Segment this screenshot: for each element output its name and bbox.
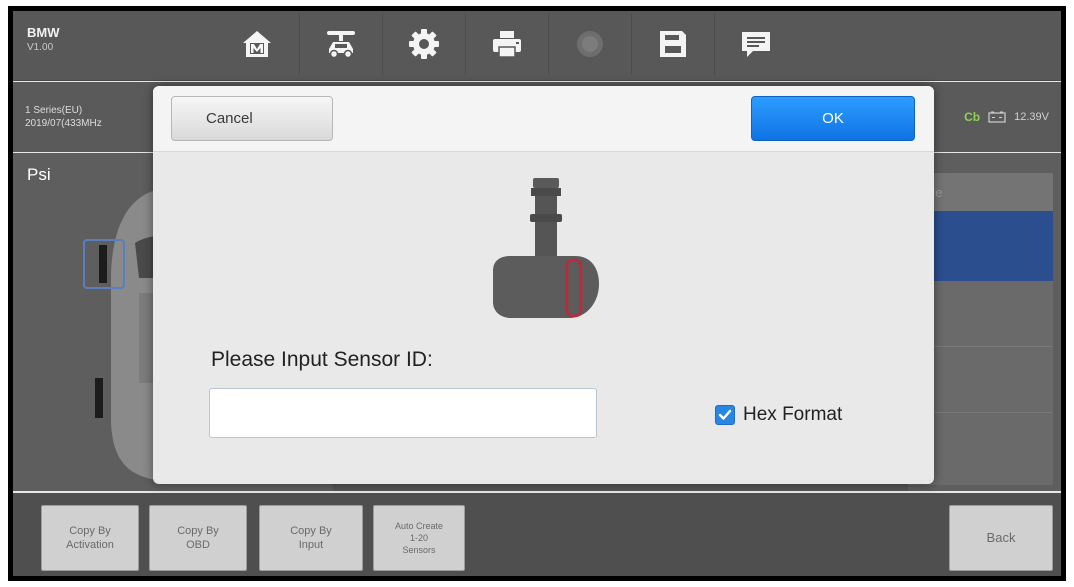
screenshot-frame: BMW V1.00 1 Series(EU) 2019/07(433MHz Cb… bbox=[8, 6, 1066, 581]
screen: BMW V1.00 1 Series(EU) 2019/07(433MHz Cb… bbox=[13, 11, 1061, 576]
hex-format-option[interactable]: Hex Format bbox=[715, 404, 842, 426]
vehicle-model-line: 1 Series(EU) bbox=[25, 105, 83, 116]
message-button[interactable] bbox=[714, 13, 796, 75]
sensor-id-dialog: Cancel OK Please Input Sensor ID: Hex Fo… bbox=[153, 86, 934, 484]
vehicle-info: BMW V1.00 bbox=[27, 25, 60, 53]
sensor-id-prompt: Please Input Sensor ID: bbox=[211, 348, 433, 371]
sensor-id-input[interactable] bbox=[209, 388, 597, 438]
cancel-button[interactable]: Cancel bbox=[171, 96, 333, 141]
button-label-line: Sensors bbox=[402, 545, 436, 555]
button-label-line: Copy By bbox=[290, 525, 332, 537]
status-indicators: Cb 12.39V bbox=[964, 110, 1049, 124]
button-label-line: Auto Create bbox=[394, 521, 444, 531]
vehicle-year-frequency: 2019/07(433MHz bbox=[25, 118, 102, 129]
vehicle-model: 1 Series(EU) 2019/07(433MHz bbox=[25, 104, 102, 130]
button-label-line: OBD bbox=[186, 539, 210, 551]
settings-button[interactable] bbox=[382, 13, 464, 75]
top-toolbar: BMW V1.00 bbox=[13, 11, 1061, 81]
battery-voltage: 12.39V bbox=[1014, 111, 1049, 123]
gear-icon bbox=[408, 29, 439, 59]
record-button[interactable] bbox=[548, 13, 630, 75]
auto-create-sensors-button[interactable]: Auto Create 1-20 Sensors bbox=[373, 505, 465, 571]
printer-icon bbox=[492, 31, 521, 58]
button-label-line: Copy By bbox=[69, 525, 111, 537]
dialog-header: Cancel OK bbox=[153, 86, 934, 152]
rear-left-tire bbox=[95, 378, 103, 418]
ok-button[interactable]: OK bbox=[751, 96, 915, 141]
home-button[interactable] bbox=[216, 13, 298, 75]
pressure-unit: Psi bbox=[27, 165, 51, 184]
save-icon bbox=[659, 31, 686, 57]
vehicle-lift-button[interactable] bbox=[299, 13, 381, 75]
tpms-sensor-image bbox=[493, 178, 599, 318]
button-label-line: Copy By bbox=[177, 525, 219, 537]
home-icon bbox=[243, 31, 271, 57]
hex-format-label: Hex Format bbox=[743, 404, 843, 425]
battery-icon bbox=[988, 111, 1006, 123]
back-button[interactable]: Back bbox=[949, 505, 1053, 571]
button-label-line: Input bbox=[298, 539, 324, 551]
copy-by-obd-button[interactable]: Copy By OBD bbox=[149, 505, 247, 571]
button-label-line: 1-20 bbox=[409, 533, 428, 543]
bottom-action-bar: Copy By Activation Copy By OBD Copy By Inpu… bbox=[13, 493, 1061, 576]
front-left-tire-marker[interactable] bbox=[83, 239, 125, 289]
copy-by-input-button[interactable]: Copy By Input bbox=[259, 505, 363, 571]
hex-format-checkbox[interactable] bbox=[715, 405, 735, 425]
button-label-line: Activation bbox=[66, 539, 114, 551]
print-button[interactable] bbox=[465, 13, 547, 75]
connection-badge: Cb bbox=[964, 110, 981, 124]
vehicle-lift-icon bbox=[326, 31, 355, 59]
record-icon bbox=[576, 31, 603, 57]
save-button[interactable] bbox=[631, 13, 713, 75]
vehicle-version: V1.00 bbox=[27, 42, 54, 53]
copy-by-activation-button[interactable]: Copy By Activation bbox=[41, 505, 139, 571]
vehicle-make: BMW bbox=[27, 25, 60, 40]
checkmark-icon bbox=[718, 409, 732, 420]
message-icon bbox=[741, 32, 770, 57]
